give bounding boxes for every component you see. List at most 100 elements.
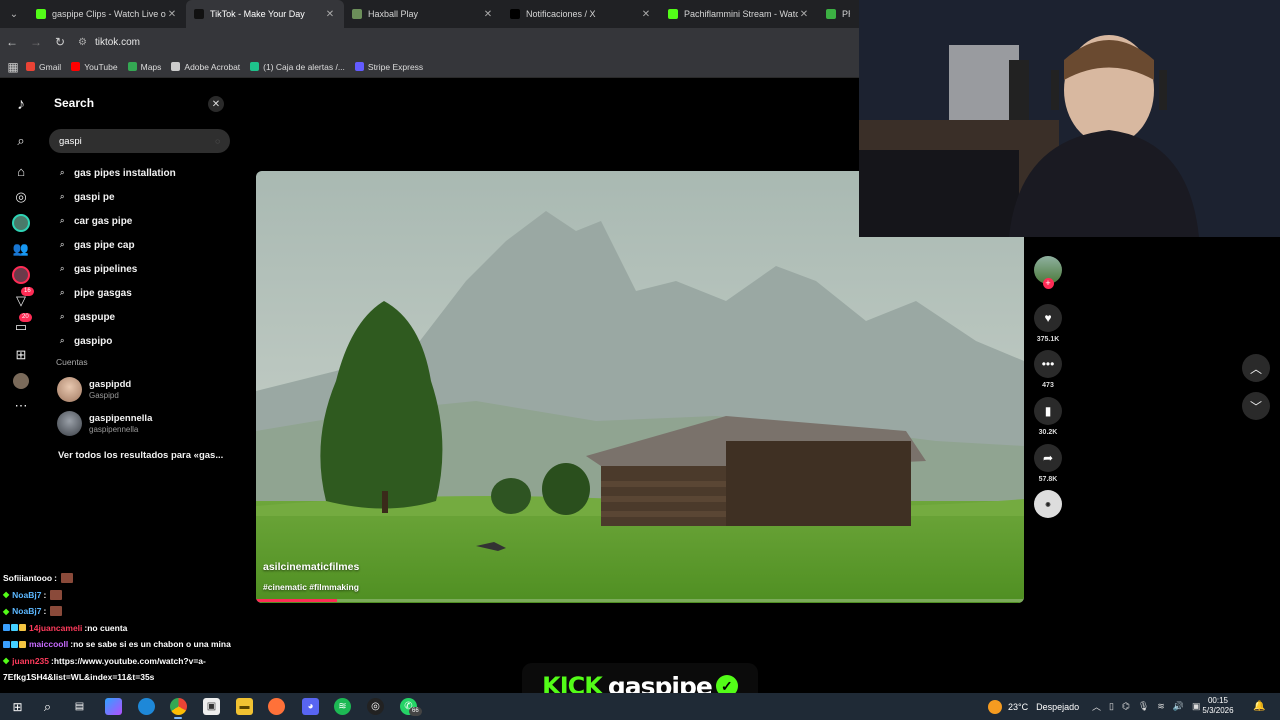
browser-tab[interactable]: TikTok - Make Your Day ✕ [186,0,344,28]
microphone-icon[interactable]: 🎙 [1138,701,1149,712]
notifications-bell-icon[interactable]: 🔔 [1251,698,1268,715]
close-tab-icon[interactable]: ✕ [482,9,494,20]
apps-grid-icon[interactable]: ▦ [0,53,26,81]
account-name: gaspipdd [89,379,132,390]
loading-spinner-icon: ◌ [215,136,220,146]
windows-start-icon[interactable]: ⊞ [9,698,26,715]
bookmark-item[interactable]: Stripe Express [354,62,423,72]
share-count: 57.8K [1038,476,1058,483]
firefox-icon[interactable] [268,698,285,715]
site-info-icon[interactable]: ⚙ [78,37,87,48]
follow-plus-icon[interactable]: + [1042,278,1054,289]
music-disc-button[interactable]: ◉ [1033,490,1063,518]
home-icon[interactable]: ⌂ [11,161,31,181]
like-button[interactable]: ♥ 375.1K [1033,304,1063,343]
close-tab-icon[interactable]: ✕ [640,9,652,20]
chat-username[interactable]: NoaBj7 [12,606,41,616]
chat-username[interactable]: 14juancameli [29,623,82,633]
edge-icon[interactable] [138,698,155,715]
browser-tab[interactable]: Notificaciones / X ✕ [502,0,660,28]
whatsapp-icon[interactable]: ✆ 66 [400,698,422,716]
activity-icon[interactable]: ▽ 16 [11,287,34,311]
search-suggestion[interactable]: ⌕ gas pipes installation [60,165,176,181]
bookmark-item[interactable]: Adobe Acrobat [171,62,240,72]
close-tab-icon[interactable]: ✕ [798,9,810,20]
account-name: gaspipennella [89,413,153,424]
browser-tab[interactable]: Pachiflammini Stream - Watch Live on Kic… [660,0,818,28]
tab-favicon-icon [36,9,46,19]
subscriber-badge-icon: ◆ [3,656,10,665]
messages-icon[interactable]: ▭ 20 [11,313,32,337]
bookmark-item[interactable]: Gmail [26,62,61,72]
url-field[interactable]: ⚙ tiktok.com [78,37,140,48]
live-icon[interactable] [11,265,31,285]
tab-search-chevron-icon[interactable]: ⌄ [0,0,28,28]
upload-icon[interactable]: ⊞ [11,345,31,365]
reload-icon[interactable]: ↻ [48,28,72,56]
browser-tab[interactable]: Haxball Play ✕ [344,0,502,28]
wifi-icon[interactable]: ≋ [1157,701,1165,712]
friends-icon[interactable]: 👥 [11,239,31,259]
battery-icon[interactable]: ▯ [1109,701,1114,712]
search-panel: Search ✕ gaspi ◌ ⌕ gas pipes installation… [44,80,236,480]
volume-icon[interactable]: 🔊 [1173,701,1184,712]
next-video-button[interactable]: ﹀ [1242,392,1270,420]
search-suggestion[interactable]: ⌕ pipe gasgas [60,285,132,301]
browser-tab[interactable]: gaspipe Clips - Watch Live on Kick✕ [28,0,186,28]
search-icon[interactable]: ⌕ [11,131,31,151]
search-icon: ⌕ [60,168,65,177]
video-hashtags[interactable]: #cinematic #filmmaking [263,582,359,592]
forward-arrow-icon[interactable]: → [24,28,48,56]
chat-username[interactable]: maiccooll [29,639,68,649]
video-progress-bar[interactable] [256,599,1024,602]
account-result[interactable]: gaspipdd Gaspipd [57,377,131,402]
subscriber-badge-icon: ◆ [3,590,10,599]
explore-compass-icon[interactable]: ◎ [11,187,31,207]
search-suggestion[interactable]: ⌕ gas pipe cap [60,237,135,253]
discord-icon[interactable]: ◕ [302,698,319,715]
bookmark-item[interactable]: YouTube [71,62,118,72]
search-suggestion[interactable]: ⌕ car gas pipe [60,213,132,229]
system-clock[interactable]: 00:15 5/3/2026 [1198,696,1238,716]
see-all-results-link[interactable]: Ver todos los resultados para «gas... [58,450,223,461]
search-suggestion[interactable]: ⌕ gas pipelines [60,261,137,277]
task-view-icon[interactable]: ▤ [71,698,88,715]
bookmark-favicon-icon [354,62,364,71]
account-result[interactable]: gaspipennella gaspipennella [57,411,152,436]
copilot-icon[interactable] [105,698,122,715]
bookmark-item[interactable]: Maps [127,62,161,72]
save-button[interactable]: ▮ 30.2K [1033,397,1063,436]
search-suggestion[interactable]: ⌕ gaspipo [60,333,112,349]
bookmark-item[interactable]: (1) Caja de alertas /... [250,62,345,72]
tiktok-logo-icon[interactable]: ♪ [11,95,31,115]
browser-tab[interactable]: PROM [818,0,858,28]
chrome-icon[interactable] [170,698,187,715]
spotify-icon[interactable]: ≋ [334,698,351,715]
close-search-button[interactable]: ✕ [208,96,224,112]
obs-icon[interactable]: ◎ [367,698,384,715]
video-author[interactable]: asilcinematicfilmes [263,561,359,573]
file-explorer-icon[interactable]: ▬ [236,698,253,715]
close-tab-icon[interactable]: ✕ [166,9,178,20]
music-disc-icon: ◉ [1034,490,1062,518]
comment-button[interactable]: ••• 473 [1033,350,1063,389]
close-tab-icon[interactable]: ✕ [324,9,336,20]
network-icon[interactable]: ⌬ [1122,701,1130,712]
chat-username[interactable]: NoaBj7 [12,590,41,600]
share-button[interactable]: ➦ 57.8K [1033,444,1063,483]
chat-username[interactable]: juann235 [12,656,49,666]
search-suggestion[interactable]: ⌕ gaspupe [60,309,115,325]
previous-video-button[interactable]: ︿ [1242,354,1270,382]
search-input[interactable]: gaspi ◌ [49,129,230,153]
chat-username[interactable]: Sofiiiantooo [3,573,52,583]
search-icon[interactable]: ⌕ [39,698,56,715]
profile-avatar[interactable] [11,371,31,391]
weather-widget[interactable]: 23°C Despejado [988,693,1079,720]
more-icon[interactable]: ⋯ [11,396,31,416]
account-nickname: gaspipennella [89,425,139,434]
live-avatar-icon[interactable] [11,213,31,233]
store-icon[interactable]: ▣ [203,698,220,715]
creator-avatar-button[interactable]: + [1033,256,1063,289]
search-suggestion[interactable]: ⌕ gaspi pe [60,189,115,205]
tray-expand-icon[interactable]: ︿ [1092,700,1101,713]
